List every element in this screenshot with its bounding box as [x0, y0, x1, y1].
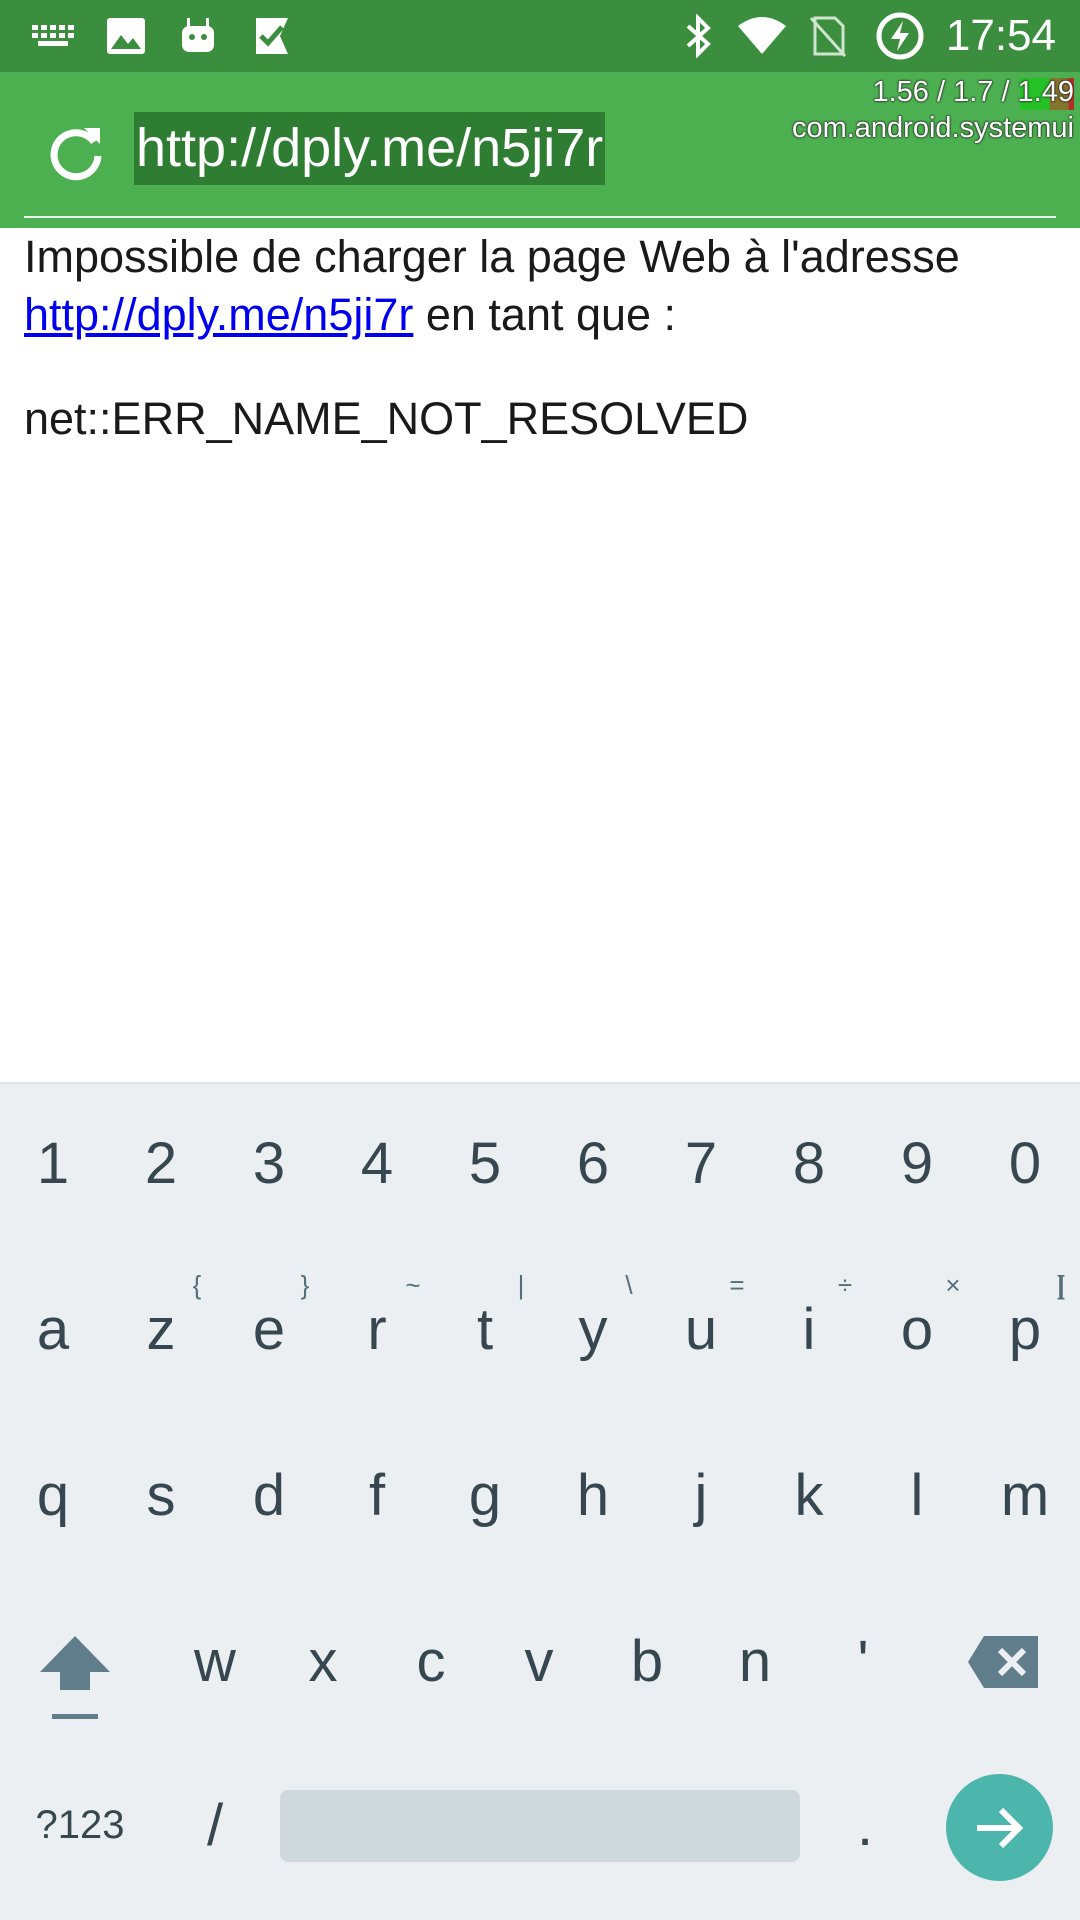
browser-toolbar: http://dply.me/n5ji7r 1.56 / 1.7 / 1.49 …: [0, 72, 1080, 228]
key-hint: ]: [1057, 1270, 1065, 1300]
error-message-line2: http://dply.me/n5ji7r en tant que :: [24, 286, 1054, 344]
key-4[interactable]: 4: [327, 1130, 427, 1197]
key-x[interactable]: x: [273, 1628, 373, 1695]
key-q[interactable]: q: [3, 1462, 103, 1529]
backspace-icon: [968, 1636, 1038, 1688]
reload-button[interactable]: [44, 120, 108, 184]
slash-key[interactable]: /: [180, 1792, 250, 1859]
key-v[interactable]: v: [489, 1628, 589, 1695]
no-sim-icon: [806, 0, 850, 72]
clock: 17:54: [945, 11, 1056, 60]
key-hint: |: [517, 1270, 525, 1300]
shift-key[interactable]: [38, 1634, 112, 1724]
key-o[interactable]: o: [867, 1296, 967, 1363]
key-z[interactable]: z: [111, 1296, 211, 1363]
key-f[interactable]: f: [327, 1462, 427, 1529]
bluetooth-icon: [680, 0, 716, 72]
key-hint: ×: [945, 1270, 961, 1300]
key-p[interactable]: p: [975, 1296, 1075, 1363]
error-page: Impossible de charger la page Web à l'ad…: [24, 228, 1054, 448]
error-message-line1: Impossible de charger la page Web à l'ad…: [24, 231, 960, 282]
url-input[interactable]: http://dply.me/n5ji7r: [134, 112, 606, 185]
key-e[interactable]: e: [219, 1296, 319, 1363]
check-flag-icon: [250, 0, 294, 72]
key-h[interactable]: h: [543, 1462, 643, 1529]
error-message-suffix: en tant que :: [413, 289, 677, 340]
error-code: net::ERR_NAME_NOT_RESOLVED: [24, 393, 749, 444]
key-2[interactable]: 2: [111, 1130, 211, 1197]
arrow-right-icon: [976, 1807, 1023, 1848]
key-t[interactable]: t: [435, 1296, 535, 1363]
key-c[interactable]: c: [381, 1628, 481, 1695]
backspace-key[interactable]: [966, 1634, 1042, 1690]
key-s[interactable]: s: [111, 1462, 211, 1529]
key-hint: {: [192, 1270, 202, 1300]
key-hint: =: [729, 1270, 745, 1300]
key-r[interactable]: r: [327, 1296, 427, 1363]
key-7[interactable]: 7: [651, 1130, 751, 1197]
shift-icon: [40, 1636, 110, 1719]
key-apostrophe[interactable]: ': [813, 1628, 913, 1695]
key-hint: ÷: [837, 1270, 853, 1300]
android-icon: [176, 0, 220, 72]
key-l[interactable]: l: [867, 1462, 967, 1529]
key-hint: ~: [405, 1270, 421, 1300]
key-m[interactable]: m: [975, 1462, 1075, 1529]
key-9[interactable]: 9: [867, 1130, 967, 1197]
go-button[interactable]: [946, 1774, 1053, 1881]
key-d[interactable]: d: [219, 1462, 319, 1529]
failed-url-link[interactable]: http://dply.me/n5ji7r: [24, 289, 413, 340]
key-1[interactable]: 1: [3, 1130, 103, 1197]
key-5[interactable]: 5: [435, 1130, 535, 1197]
key-j[interactable]: j: [651, 1462, 751, 1529]
keyboard-icon: [30, 0, 78, 72]
key-k[interactable]: k: [759, 1462, 859, 1529]
status-bar: 17:54: [0, 0, 1080, 72]
key-a[interactable]: a: [3, 1296, 103, 1363]
overlay-package: com.android.systemui: [791, 112, 1074, 144]
key-w[interactable]: w: [165, 1628, 265, 1695]
reload-icon: [50, 128, 102, 181]
image-icon: [104, 0, 148, 72]
key-6[interactable]: 6: [543, 1130, 643, 1197]
key-8[interactable]: 8: [759, 1130, 859, 1197]
key-0[interactable]: 0: [975, 1130, 1075, 1197]
key-u[interactable]: u: [651, 1296, 751, 1363]
key-b[interactable]: b: [597, 1628, 697, 1695]
url-underline: [24, 216, 1056, 218]
space-bar[interactable]: [280, 1790, 800, 1862]
period-key[interactable]: .: [830, 1792, 900, 1859]
key-hint: \: [625, 1270, 633, 1300]
key-3[interactable]: 3: [219, 1130, 319, 1197]
wifi-icon: [734, 0, 790, 72]
load-stats: 1.56 / 1.7 / 1.49: [872, 76, 1074, 108]
key-n[interactable]: n: [705, 1628, 805, 1695]
battery-charging-icon: [872, 0, 928, 72]
key-y[interactable]: y: [543, 1296, 643, 1363]
debug-overlay: 1.56 / 1.7 / 1.49 com.android.systemui: [792, 74, 1074, 146]
key-i[interactable]: i: [759, 1296, 859, 1363]
key-hint: }: [300, 1270, 310, 1300]
symbols-key[interactable]: ?123: [20, 1803, 140, 1848]
key-g[interactable]: g: [435, 1462, 535, 1529]
